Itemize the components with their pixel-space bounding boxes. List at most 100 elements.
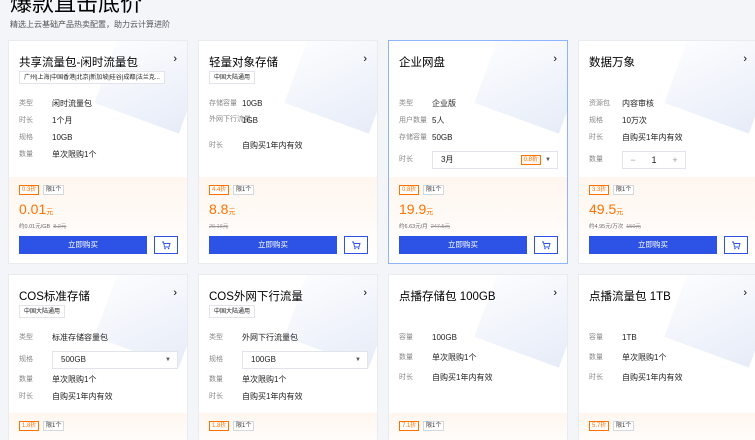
spec-row: 存储容量 50GB bbox=[399, 133, 453, 142]
product-name: 共享流量包-闲时流量包 bbox=[19, 57, 138, 69]
spec-row: 数量 bbox=[589, 156, 603, 163]
spec-row: 类型 闲时流量包 bbox=[19, 99, 92, 108]
spec-row: 外网下行流量1GB bbox=[209, 116, 259, 125]
add-to-cart-button[interactable] bbox=[724, 236, 748, 254]
spec-row: 类型 企业版 bbox=[399, 99, 456, 108]
cart-icon bbox=[732, 241, 741, 250]
spec-row: 类型 外网下行流量包 bbox=[209, 333, 298, 342]
plus-button[interactable]: + bbox=[665, 152, 685, 168]
spec-row: 规格 bbox=[209, 356, 223, 363]
limit-badge: 限1个 bbox=[233, 421, 255, 431]
discount-badge: 4.4折 bbox=[209, 185, 230, 195]
spec-row: 时长 自购买1年内有效 bbox=[19, 392, 113, 401]
cart-icon bbox=[352, 241, 361, 250]
caret-down-icon: ▼ bbox=[165, 357, 171, 363]
discount-badge: 3.3折 bbox=[589, 185, 610, 195]
caret-down-icon: ▼ bbox=[545, 157, 551, 163]
chevron-right-icon[interactable]: › bbox=[553, 53, 557, 65]
spec-row: 时长 1个月 bbox=[19, 116, 73, 125]
product-name: 企业网盘 bbox=[399, 57, 445, 69]
product-name: 点播流量包 1TB bbox=[589, 291, 671, 303]
page-subtitle: 精选上云基础产品热卖配置，助力云计算进阶 bbox=[10, 20, 170, 29]
spec-select[interactable]: 500GB ▼ bbox=[52, 351, 178, 369]
select-discount-badge: 0.8折 bbox=[520, 155, 541, 165]
chevron-right-icon[interactable]: › bbox=[173, 287, 177, 299]
chevron-right-icon[interactable]: › bbox=[743, 53, 747, 65]
product-card-lite-object-storage[interactable]: 轻量对象存储 › 中国大陆通用 存储容量 10GB 外网下行流量1GB 时长 自购买… bbox=[198, 40, 378, 264]
region-tag: 广州|上海|中国香港|北京|新加坡|硅谷|成都|法兰克... bbox=[19, 71, 165, 84]
chevron-right-icon[interactable]: › bbox=[173, 53, 177, 65]
page-title: 爆款直击底价 bbox=[10, 0, 143, 16]
discount-badge: 1.8折 bbox=[19, 421, 40, 431]
spec-row: 数量 单次限购1个 bbox=[209, 375, 287, 384]
product-card-data-wanxiang[interactable]: 数据万象 › 资源包 内容审核 规格 10万次 时长 自购买1年内有效 数量 −1 + … bbox=[578, 40, 755, 264]
region-tag: 中国大陆通用 bbox=[209, 305, 256, 318]
price: 49.5元 bbox=[589, 201, 624, 217]
product-name: 点播存储包 100GB bbox=[399, 291, 496, 303]
discount-badge: 0.3折 bbox=[19, 185, 40, 195]
limit-badge: 限1个 bbox=[423, 185, 445, 195]
chevron-right-icon[interactable]: › bbox=[363, 53, 367, 65]
spec-row: 时长 自购买1年内有效 bbox=[209, 141, 303, 150]
spec-row: 数量 单次限购1个 bbox=[19, 375, 97, 384]
price: 8.8元 bbox=[209, 201, 236, 217]
product-card-vod-storage[interactable]: 点播存储包 100GB › 容量 100GB 数量 单次限购1个 时长 自购买1年内有… bbox=[388, 274, 568, 440]
product-card-cos-egress-traffic[interactable]: COS外网下行流量 › 中国大陆通用 类型 外网下行流量包 规格 100GB ▼ … bbox=[198, 274, 378, 440]
chevron-right-icon[interactable]: › bbox=[363, 287, 367, 299]
spec-row: 数量 单次限购1个 bbox=[399, 353, 477, 362]
price: 0.01元 bbox=[19, 201, 54, 217]
spec-row: 时长 bbox=[399, 156, 413, 163]
spec-row: 容量 1TB bbox=[589, 333, 637, 342]
spec-row: 类型 标准存储容量包 bbox=[19, 333, 108, 342]
page-header: 爆款直击底价 精选上云基础产品热卖配置，助力云计算进阶 bbox=[8, 0, 748, 38]
limit-badge: 限1个 bbox=[423, 421, 445, 431]
quantity-stepper[interactable]: −1 + bbox=[622, 151, 686, 169]
buy-now-button[interactable]: 立即购买 bbox=[399, 236, 527, 254]
limit-badge: 限1个 bbox=[613, 185, 635, 195]
spec-row: 存储容量 10GB bbox=[209, 99, 263, 108]
chevron-right-icon[interactable]: › bbox=[553, 287, 557, 299]
product-card-vod-traffic[interactable]: 点播流量包 1TB › 容量 1TB 数量 单次限购1个 时长 自购买1年内有效 5.… bbox=[578, 274, 755, 440]
spec-row: 容量 100GB bbox=[399, 333, 457, 342]
chevron-right-icon[interactable]: › bbox=[743, 287, 747, 299]
limit-badge: 限1个 bbox=[43, 421, 65, 431]
caret-down-icon: ▼ bbox=[355, 357, 361, 363]
price: 19.9元 bbox=[399, 201, 434, 217]
spec-row: 用户数量 5人 bbox=[399, 116, 445, 125]
cart-icon bbox=[542, 241, 551, 250]
region-tag: 中国大陆通用 bbox=[19, 305, 66, 318]
limit-badge: 限1个 bbox=[233, 185, 255, 195]
product-card-enterprise-netdisk[interactable]: 企业网盘 › 类型 企业版 用户数量 5人 存储容量 50GB 时长 3月 0.8折 … bbox=[388, 40, 568, 264]
discount-badge: 0.8折 bbox=[399, 185, 420, 195]
spec-select[interactable]: 100GB ▼ bbox=[242, 351, 368, 369]
unit-price: 约0.01元/GB 8.2元 bbox=[19, 224, 67, 230]
spec-row: 时长 自购买1年内有效 bbox=[209, 392, 303, 401]
spec-row: 规格 10万次 bbox=[589, 116, 647, 125]
spec-row: 时长 自购买1年内有效 bbox=[399, 373, 493, 382]
product-name: 轻量对象存储 bbox=[209, 57, 278, 69]
add-to-cart-button[interactable] bbox=[344, 236, 368, 254]
spec-row: 时长 自购买1年内有效 bbox=[589, 373, 683, 382]
spec-row: 规格 bbox=[19, 356, 33, 363]
spec-row: 时长 自购买1年内有效 bbox=[589, 133, 683, 142]
unit-price: 约4.95元/万次 150元 bbox=[589, 224, 641, 230]
discount-badge: 5.7折 bbox=[589, 421, 610, 431]
buy-now-button[interactable]: 立即购买 bbox=[209, 236, 337, 254]
add-to-cart-button[interactable] bbox=[154, 236, 178, 254]
minus-button[interactable]: − bbox=[623, 152, 643, 168]
unit-price: 20.16元 bbox=[209, 224, 229, 230]
add-to-cart-button[interactable] bbox=[534, 236, 558, 254]
quantity-value[interactable]: 1 bbox=[643, 152, 665, 168]
limit-badge: 限1个 bbox=[43, 185, 65, 195]
discount-badge: 7.1折 bbox=[399, 421, 420, 431]
region-tag: 中国大陆通用 bbox=[209, 71, 256, 84]
spec-row: 数量 单次限购1个 bbox=[19, 150, 97, 159]
limit-badge: 限1个 bbox=[613, 421, 635, 431]
product-name: COS标准存储 bbox=[19, 291, 90, 303]
duration-select[interactable]: 3月 0.8折 ▼ bbox=[432, 151, 558, 169]
cart-icon bbox=[162, 241, 171, 250]
product-card-cos-standard-storage[interactable]: COS标准存储 › 中国大陆通用 类型 标准存储容量包 规格 500GB ▼ 数量… bbox=[8, 274, 188, 440]
buy-now-button[interactable]: 立即购买 bbox=[19, 236, 147, 254]
product-card-shared-traffic[interactable]: 共享流量包-闲时流量包 › 广州|上海|中国香港|北京|新加坡|硅谷|成都|法兰… bbox=[8, 40, 188, 264]
buy-now-button[interactable]: 立即购买 bbox=[589, 236, 717, 254]
